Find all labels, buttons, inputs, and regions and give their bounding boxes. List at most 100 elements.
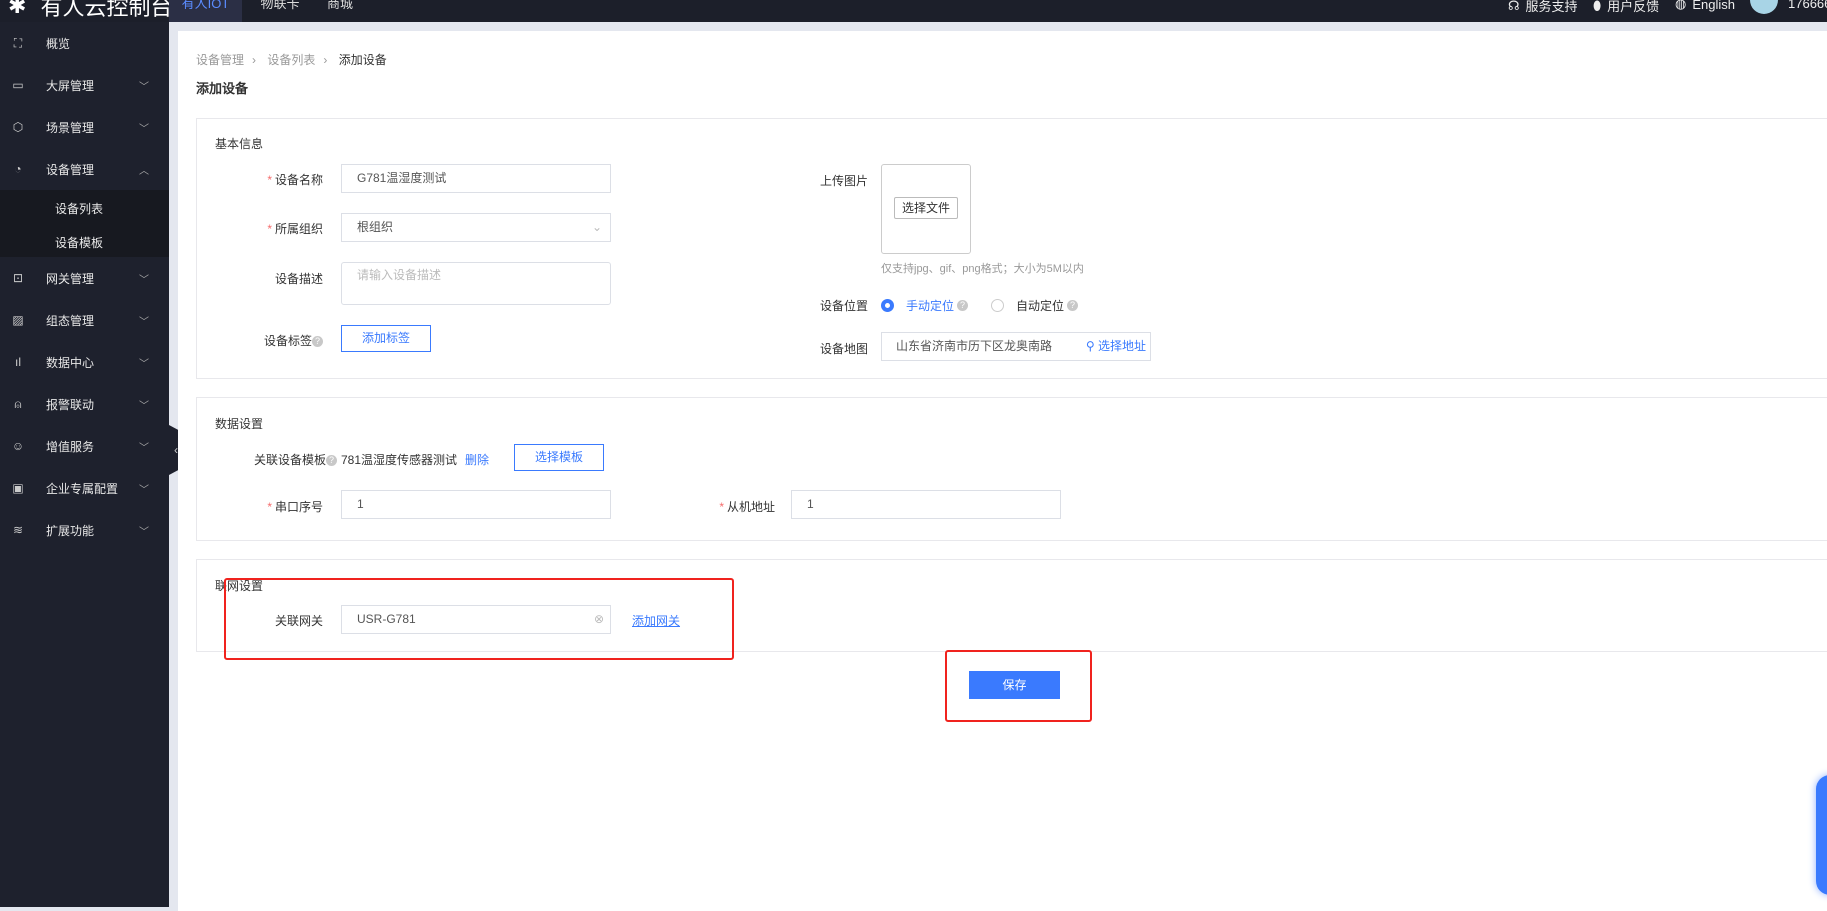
radio-auto-label: 自动定位: [1016, 299, 1065, 313]
org-label: * 所属组织: [267, 222, 323, 236]
sidebar-item-7[interactable]: ⍝ 报警联动 ﹀: [0, 383, 169, 425]
feedback-label: 用户反馈: [1607, 0, 1660, 14]
help-icon: ?: [957, 300, 969, 311]
map-address-input[interactable]: 山东省济南市历下区龙奥南路 ⚲ 选择地址: [881, 332, 1151, 361]
chevron-down-icon: ﹀: [139, 274, 149, 286]
chevron-down-icon: ﹀: [139, 316, 149, 328]
globe-icon: ◍: [1675, 0, 1687, 11]
logo-text: 有人云控制台: [40, 0, 173, 20]
user-name[interactable]: 1766666: [1788, 0, 1827, 11]
chevron-down-icon: ﹀: [139, 484, 149, 496]
language-label: English: [1692, 0, 1735, 12]
sidebar-item-6[interactable]: ıl 数据中心 ﹀: [0, 341, 169, 383]
sidebar-item-5[interactable]: ▨ 组态管理 ﹀: [0, 299, 169, 341]
floating-help-widget[interactable]: [1816, 775, 1827, 895]
alarm-icon: ⍝: [14, 397, 22, 411]
upload-box[interactable]: 选择文件: [881, 164, 971, 254]
sidebar-item-label: 网关管理: [46, 271, 95, 286]
slave-label: * 从机地址: [719, 500, 775, 514]
upload-label: 上传图片: [820, 174, 869, 188]
service-icon: ☺: [11, 439, 25, 453]
chevron-down-icon: ﹀: [139, 526, 149, 538]
tag-label: 设备标签?: [183, 332, 323, 349]
sidebar-item-label: 扩展功能: [46, 523, 95, 538]
location-pin-icon: ⚲: [1085, 339, 1095, 353]
overview-icon: ⛶: [13, 36, 23, 50]
org-select[interactable]: 根组织 ⌄: [341, 213, 611, 242]
logo[interactable]: ✱ 有人云控制台: [0, 0, 172, 22]
chevron-down-icon: ﹀: [139, 400, 149, 412]
shield-icon: ⬮: [1593, 0, 1602, 13]
breadcrumb-device-mgmt[interactable]: 设备管理: [196, 53, 244, 67]
breadcrumb: 设备管理 › 设备列表 › 添加设备: [196, 53, 387, 67]
breadcrumb-current: 添加设备: [338, 53, 387, 67]
layers-icon: ≋: [12, 523, 24, 537]
delete-template-link[interactable]: 删除: [465, 451, 489, 468]
slave-address-input[interactable]: 1: [791, 490, 1061, 519]
radio-auto[interactable]: 自动定位?: [991, 297, 1079, 314]
upload-hint: 仅支持jpg、gif、png格式；大小为5M以内: [881, 263, 1084, 275]
desc-textarea[interactable]: 请输入设备描述: [341, 262, 611, 305]
radio-manual[interactable]: 手动定位?: [881, 297, 969, 314]
template-value: 781温湿度传感器测试: [341, 453, 458, 467]
support-label: 服务支持: [1525, 0, 1578, 14]
tab-sim[interactable]: 物联卡: [250, 0, 310, 22]
avatar[interactable]: [1750, 0, 1778, 14]
chevron-down-icon: ⌄: [591, 220, 602, 234]
add-tag-button[interactable]: 添加标签: [341, 325, 431, 352]
data-settings-section: 数据设置: [196, 397, 1827, 541]
serial-input[interactable]: 1: [341, 490, 611, 519]
sidebar-item-label: 场景管理: [46, 120, 95, 135]
sidebar-item-8[interactable]: ☺ 增值服务 ﹀: [0, 425, 169, 467]
tab-iot[interactable]: 有人IOT: [169, 0, 242, 22]
sidebar: 设备列表 设备模板 ⛶ 概览 ▭ 大屏管理 ﹀ ⬡ 场景管理 ﹀ ◔ 设备管理 ︿ ⊡ 网关管理 ﹀ ▨ 组态…: [0, 22, 169, 907]
image-icon: ▨: [12, 313, 24, 327]
highlight-box-save: [945, 650, 1092, 722]
sidebar-item-label: 大屏管理: [46, 78, 95, 93]
device-name-input[interactable]: G781温湿度测试: [341, 164, 611, 193]
help-icon: ?: [1067, 300, 1079, 311]
chevron-down-icon: ﹀: [139, 358, 149, 370]
sidebar-item-10[interactable]: ≋ 扩展功能 ﹀: [0, 509, 169, 551]
chevron-down-icon: ﹀: [139, 81, 149, 93]
sidebar-item-0[interactable]: ⛶ 概览: [0, 22, 169, 64]
sidebar-item-label: 概览: [46, 36, 71, 51]
top-bar: ✱ 有人云控制台 有人IOT 物联卡 商城 ☊ 服务支持 ⬮ 用户反馈 ◍ Englis…: [0, 0, 1827, 22]
chevron-down-icon: ﹀: [139, 442, 149, 454]
support-link[interactable]: ☊ 服务支持: [1508, 0, 1578, 15]
feedback-link[interactable]: ⬮ 用户反馈: [1593, 0, 1659, 15]
language-switch[interactable]: ◍ English: [1675, 0, 1735, 12]
enterprise-icon: ▣: [12, 481, 24, 495]
sidebar-item-label: 组态管理: [46, 313, 95, 328]
sidebar-item-2[interactable]: ⬡ 场景管理 ﹀: [0, 106, 169, 148]
sidebar-item-label: 企业专属配置: [46, 481, 119, 496]
section-title: 基本信息: [215, 137, 264, 151]
monitor-icon: ▭: [12, 78, 24, 92]
gateway-icon: ⊡: [12, 271, 24, 285]
sidebar-item-device-list[interactable]: 设备列表: [55, 200, 103, 217]
desc-label: 设备描述: [274, 272, 323, 286]
bar-chart-icon: ıl: [15, 355, 21, 369]
map-label: 设备地图: [820, 342, 869, 356]
position-label: 设备位置: [820, 299, 869, 313]
sidebar-item-4[interactable]: ⊡ 网关管理 ﹀: [0, 257, 169, 299]
choose-file-button[interactable]: 选择文件: [894, 197, 958, 219]
template-label: 关联设备模板?: [183, 451, 337, 468]
sidebar-item-9[interactable]: ▣ 企业专属配置 ﹀: [0, 467, 169, 509]
sidebar-item-3[interactable]: ◔ 设备管理 ︿: [0, 148, 169, 190]
submenu-device: 设备列表 设备模板: [0, 190, 169, 257]
radio-checked-icon: [881, 299, 894, 312]
serial-label: * 串口序号: [267, 500, 323, 514]
select-address-link[interactable]: ⚲ 选择地址: [1086, 333, 1146, 360]
chevron-down-icon: ﹀: [139, 123, 149, 135]
chevron-up-icon: ︿: [139, 165, 149, 177]
sidebar-item-1[interactable]: ▭ 大屏管理 ﹀: [0, 64, 169, 106]
tab-shop[interactable]: 商城: [315, 0, 365, 22]
pie-chart-icon: ◔: [14, 162, 22, 176]
sidebar-item-device-template[interactable]: 设备模板: [55, 234, 103, 251]
device-name-label: * 设备名称: [267, 173, 323, 187]
breadcrumb-device-list[interactable]: 设备列表: [267, 53, 315, 67]
sidebar-item-label: 报警联动: [46, 397, 95, 412]
select-template-button[interactable]: 选择模板: [514, 444, 604, 471]
help-icon: ?: [326, 455, 337, 467]
